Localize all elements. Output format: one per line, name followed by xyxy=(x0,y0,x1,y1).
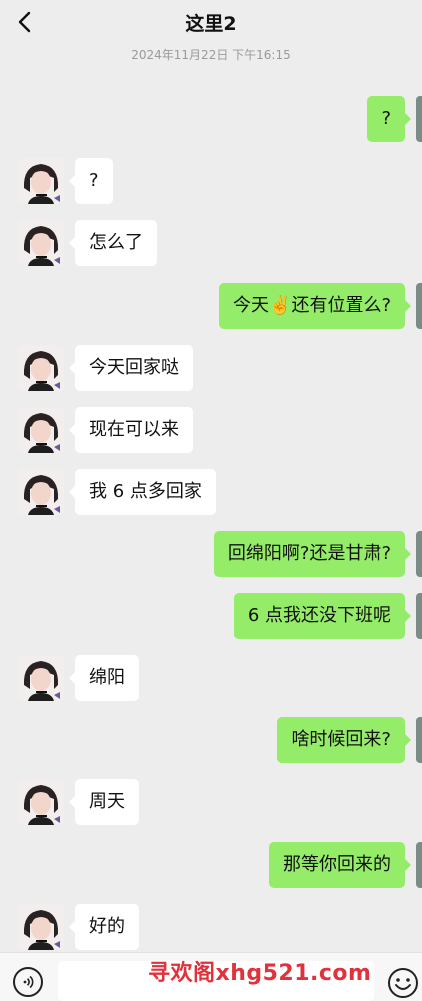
emoji-icon[interactable] xyxy=(387,967,419,999)
incoming-message-bubble[interactable]: 绵阳 xyxy=(69,655,139,701)
message-row: 回绵阳啊?还是甘肃? xyxy=(0,529,422,579)
chat-title: 这里2 xyxy=(185,13,237,35)
incoming-message-bubble[interactable]: 怎么了 xyxy=(69,220,157,266)
my-avatar[interactable] xyxy=(416,717,422,763)
message-timestamp: 2024年11月22日 下午16:15 xyxy=(131,48,291,62)
incoming-message-bubble[interactable]: 现在可以来 xyxy=(69,407,193,453)
message-row: 绵阳 xyxy=(0,653,422,703)
message-row: 今天✌️还有位置么? xyxy=(0,281,422,331)
outgoing-message-bubble[interactable]: 回绵阳啊?还是甘肃? xyxy=(213,531,412,577)
message-row: 好的 xyxy=(0,902,422,952)
incoming-message-bubble[interactable]: 今天回家哒 xyxy=(69,345,193,391)
my-avatar[interactable] xyxy=(416,593,422,639)
message-row: 周天 xyxy=(0,777,422,827)
message-row: ? xyxy=(0,94,422,144)
message-row: 那等你回来的 xyxy=(0,840,422,890)
contact-avatar[interactable] xyxy=(18,469,64,515)
message-row: 现在可以来 xyxy=(0,405,422,455)
outgoing-message-bubble[interactable]: 啥时候回来? xyxy=(277,717,411,763)
contact-avatar[interactable] xyxy=(18,779,64,825)
incoming-message-bubble[interactable]: 好的 xyxy=(69,904,139,950)
message-row: 怎么了 xyxy=(0,218,422,268)
incoming-message-bubble[interactable]: 周天 xyxy=(69,779,139,825)
message-row: ? xyxy=(0,156,422,206)
my-avatar[interactable] xyxy=(416,96,422,142)
contact-avatar[interactable] xyxy=(18,655,64,701)
outgoing-message-bubble[interactable]: 那等你回来的 xyxy=(269,842,411,888)
chat-header: 这里2 xyxy=(0,0,422,44)
contact-avatar[interactable] xyxy=(18,220,64,266)
incoming-message-bubble[interactable]: ? xyxy=(69,158,113,204)
voice-icon xyxy=(23,975,34,989)
contact-avatar[interactable] xyxy=(18,158,64,204)
outgoing-message-bubble[interactable]: 今天✌️还有位置么? xyxy=(219,283,411,329)
my-avatar[interactable] xyxy=(416,842,422,888)
message-row: 6 点我还没下班呢 xyxy=(0,591,422,641)
message-row: 我 6 点多回家 xyxy=(0,467,422,517)
voice-button[interactable] xyxy=(13,967,43,997)
incoming-message-bubble[interactable]: 我 6 点多回家 xyxy=(69,469,216,515)
my-avatar[interactable] xyxy=(416,283,422,329)
outgoing-message-bubble[interactable]: ? xyxy=(367,96,411,142)
outgoing-message-bubble[interactable]: 6 点我还没下班呢 xyxy=(233,593,412,639)
watermark: 寻欢阁xhg521.com xyxy=(148,961,372,986)
my-avatar[interactable] xyxy=(416,531,422,577)
contact-avatar[interactable] xyxy=(18,345,64,391)
message-row: 啥时候回来? xyxy=(0,715,422,765)
message-row: 今天回家哒 xyxy=(0,343,422,393)
contact-avatar[interactable] xyxy=(18,407,64,453)
contact-avatar[interactable] xyxy=(18,904,64,950)
